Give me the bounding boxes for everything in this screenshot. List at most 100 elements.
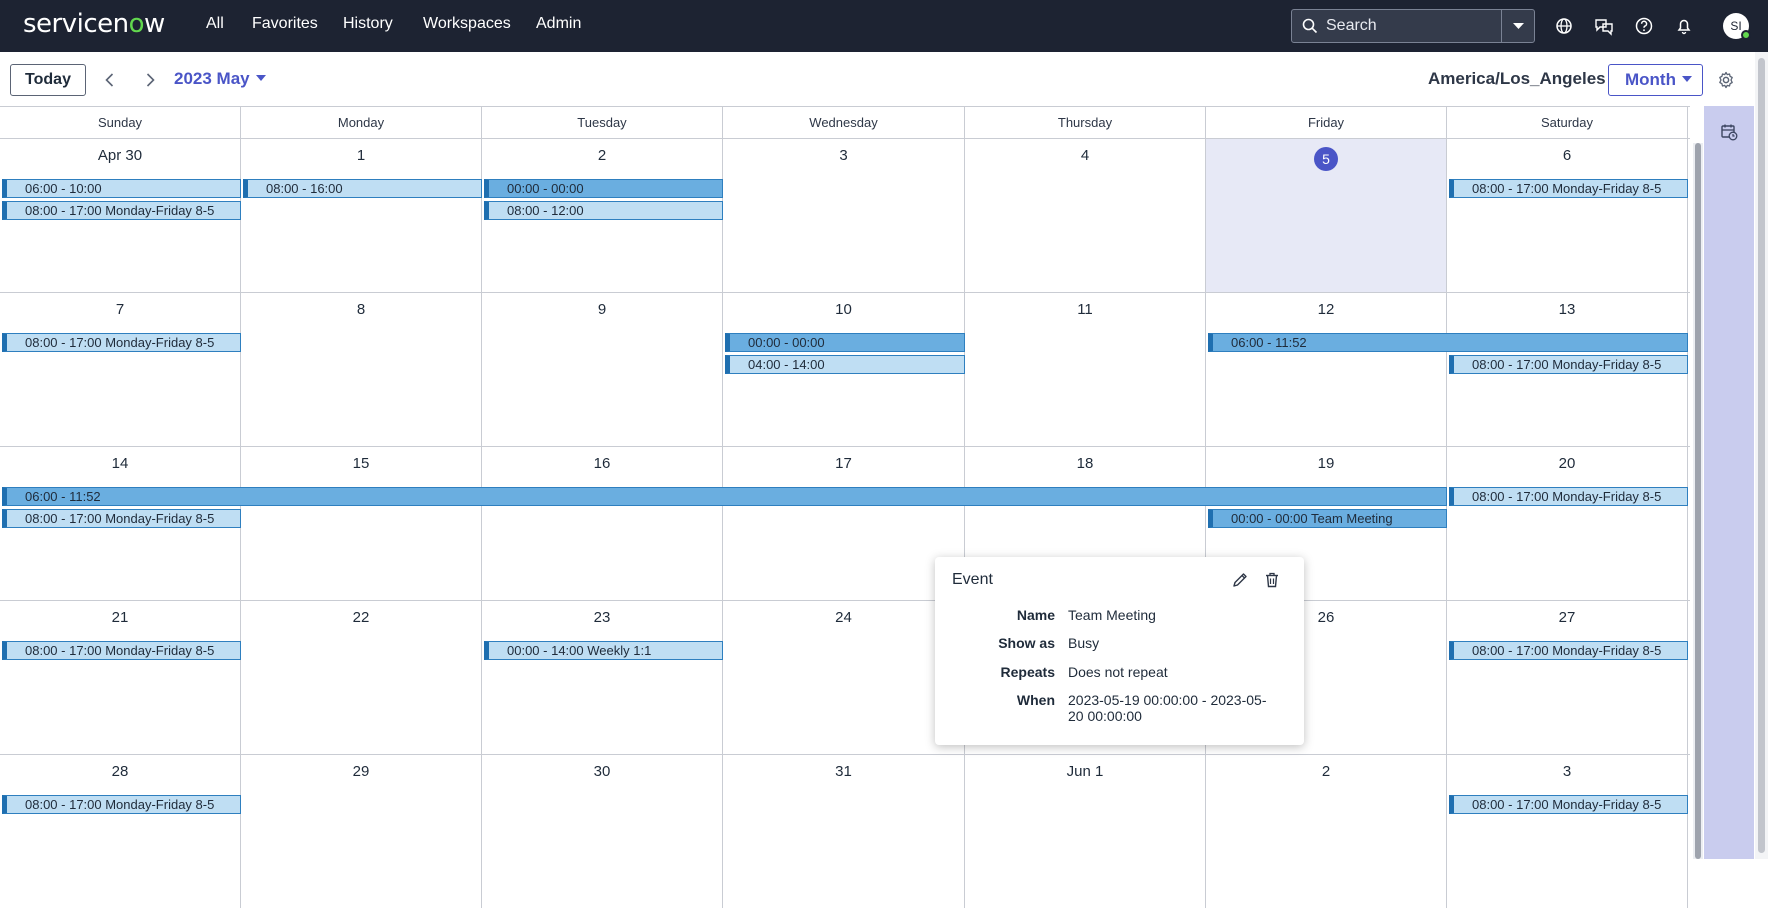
- day-cell[interactable]: 23: [482, 601, 723, 754]
- day-cell[interactable]: 7: [0, 293, 241, 446]
- dow-sunday: Sunday: [0, 107, 241, 139]
- calendar-event[interactable]: 08:00 - 17:00 Monday-Friday 8-5: [1449, 795, 1688, 814]
- day-number: 27: [1558, 609, 1576, 626]
- day-cell[interactable]: 3: [723, 139, 965, 292]
- day-cell[interactable]: 15: [241, 447, 482, 600]
- day-cell[interactable]: 12: [1206, 293, 1447, 446]
- nav-all[interactable]: All: [206, 15, 224, 33]
- day-number: 16: [593, 455, 611, 472]
- chat-icon[interactable]: [1593, 15, 1615, 37]
- day-number: 8: [356, 301, 366, 318]
- day-cell[interactable]: 17: [723, 447, 965, 600]
- notifications-bell-icon[interactable]: [1673, 15, 1695, 37]
- page-scrollbar[interactable]: [1755, 52, 1768, 859]
- calendar-event[interactable]: 08:00 - 17:00 Monday-Friday 8-5: [1449, 487, 1688, 506]
- dow-saturday: Saturday: [1447, 107, 1688, 139]
- caret-down-icon: [1681, 76, 1692, 82]
- calendar-clock-icon[interactable]: [1719, 122, 1739, 142]
- calendar-event[interactable]: 00:00 - 00:00: [725, 333, 965, 352]
- calendar-event[interactable]: 00:00 - 00:00 Team Meeting: [1208, 509, 1447, 528]
- global-search[interactable]: [1291, 9, 1535, 43]
- calendar-event[interactable]: 00:00 - 14:00 Weekly 1:1: [484, 641, 723, 660]
- next-month-chevron-icon[interactable]: [140, 70, 160, 90]
- nav-favorites[interactable]: Favorites: [252, 15, 318, 33]
- calendar-scrollbar[interactable]: [1693, 143, 1703, 859]
- day-cell[interactable]: 24: [723, 601, 965, 754]
- day-number: 31: [835, 763, 852, 780]
- day-cell[interactable]: 4: [965, 139, 1206, 292]
- calendar-event[interactable]: 06:00 - 11:52: [2, 487, 1447, 506]
- dow-wednesday: Wednesday: [723, 107, 965, 139]
- day-cell[interactable]: 20: [1447, 447, 1688, 600]
- calendar-event[interactable]: 08:00 - 17:00 Monday-Friday 8-5: [2, 509, 241, 528]
- day-cell[interactable]: 9: [482, 293, 723, 446]
- day-cell[interactable]: 28: [0, 755, 241, 908]
- day-number: 18: [1076, 455, 1094, 472]
- show-as-value: Busy: [1068, 635, 1100, 651]
- view-selector-button[interactable]: Month: [1608, 64, 1703, 96]
- day-cell[interactable]: 6: [1447, 139, 1688, 292]
- calendar-event[interactable]: 08:00 - 17:00 Monday-Friday 8-5: [2, 333, 241, 352]
- calendar-event[interactable]: 08:00 - 17:00 Monday-Friday 8-5: [1449, 179, 1688, 198]
- day-number: 7: [115, 301, 125, 318]
- day-number: 15: [352, 455, 370, 472]
- day-number: 24: [835, 609, 852, 626]
- calendar-event[interactable]: 08:00 - 17:00 Monday-Friday 8-5: [1449, 641, 1688, 660]
- calendar-event[interactable]: 06:00 - 11:52: [1208, 333, 1688, 352]
- nav-history[interactable]: History: [343, 15, 393, 33]
- calendar-event[interactable]: 00:00 - 00:00: [484, 179, 723, 198]
- search-input[interactable]: [1326, 16, 1476, 36]
- dow-thursday: Thursday: [965, 107, 1206, 139]
- day-cell[interactable]: 11: [965, 293, 1206, 446]
- search-scope-dropdown[interactable]: [1502, 10, 1535, 42]
- day-cell[interactable]: 2: [1206, 755, 1447, 908]
- calendar-event[interactable]: 04:00 - 14:00: [725, 355, 965, 374]
- globe-icon[interactable]: [1553, 15, 1575, 37]
- user-avatar[interactable]: SI: [1723, 13, 1751, 40]
- month-picker[interactable]: 2023 May: [174, 69, 266, 89]
- day-cell[interactable]: 21: [0, 601, 241, 754]
- day-number: 6: [1562, 147, 1572, 164]
- today-button[interactable]: Today: [10, 64, 86, 96]
- calendar-event[interactable]: 06:00 - 10:00: [2, 179, 241, 198]
- top-navigation-bar: servicenow All Favorites History Workspa…: [0, 0, 1768, 52]
- day-cell[interactable]: 22: [241, 601, 482, 754]
- calendar-event[interactable]: 08:00 - 17:00 Monday-Friday 8-5: [2, 641, 241, 660]
- day-number: 1: [356, 147, 366, 164]
- delete-trash-icon[interactable]: [1263, 571, 1281, 589]
- caret-down-icon: [1513, 23, 1524, 29]
- dow-friday: Friday: [1206, 107, 1447, 139]
- day-cell-today[interactable]: 5: [1206, 139, 1447, 292]
- day-cell[interactable]: 31: [723, 755, 965, 908]
- gear-icon[interactable]: [1716, 70, 1736, 90]
- day-number: 29: [352, 763, 370, 780]
- day-number: 12: [1317, 301, 1335, 318]
- timezone-label: America/Los_Angeles: [1428, 69, 1606, 88]
- calendar-event[interactable]: 08:00 - 16:00: [243, 179, 482, 198]
- day-cell[interactable]: Jun 1: [965, 755, 1206, 908]
- servicenow-logo[interactable]: servicenow: [23, 9, 165, 39]
- calendar-event[interactable]: 08:00 - 17:00 Monday-Friday 8-5: [2, 201, 241, 220]
- caret-down-icon: [255, 75, 266, 81]
- help-icon[interactable]: [1633, 15, 1655, 37]
- previous-month-chevron-icon[interactable]: [100, 70, 120, 90]
- day-number: 20: [1558, 455, 1576, 472]
- calendar-event[interactable]: 08:00 - 17:00 Monday-Friday 8-5: [2, 795, 241, 814]
- nav-admin[interactable]: Admin: [536, 15, 581, 33]
- day-cell[interactable]: 30: [482, 755, 723, 908]
- day-of-week-header: Sunday Monday Tuesday Wednesday Thursday…: [0, 106, 1690, 139]
- nav-workspaces[interactable]: Workspaces: [423, 15, 511, 33]
- name-label: Name: [1016, 607, 1055, 623]
- scrollbar-thumb[interactable]: [1695, 143, 1701, 859]
- day-cell[interactable]: 8: [241, 293, 482, 446]
- day-cell[interactable]: 1: [241, 139, 482, 292]
- day-cell[interactable]: 27: [1447, 601, 1688, 754]
- day-cell[interactable]: 29: [241, 755, 482, 908]
- day-cell[interactable]: 3: [1447, 755, 1688, 908]
- calendar-event[interactable]: 08:00 - 12:00: [484, 201, 723, 220]
- day-number: 30: [593, 763, 611, 780]
- edit-pencil-icon[interactable]: [1231, 571, 1249, 589]
- day-cell[interactable]: 16: [482, 447, 723, 600]
- scrollbar-thumb[interactable]: [1758, 58, 1765, 853]
- calendar-event[interactable]: 08:00 - 17:00 Monday-Friday 8-5: [1449, 355, 1688, 374]
